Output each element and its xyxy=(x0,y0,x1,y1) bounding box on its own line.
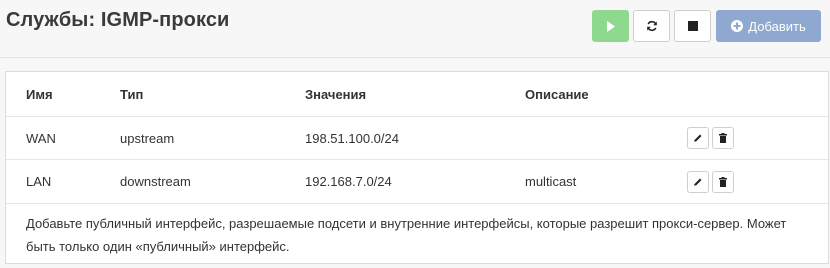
page-title: Службы: IGMP-прокси xyxy=(6,9,230,31)
table-row: WAN upstream 198.51.100.0/24 xyxy=(6,117,828,160)
row-type: downstream xyxy=(120,174,191,189)
trash-icon xyxy=(719,176,727,187)
add-button[interactable]: Добавить xyxy=(716,10,821,42)
plus-circle-icon xyxy=(731,20,744,32)
pencil-icon xyxy=(694,178,702,186)
row-values: 198.51.100.0/24 xyxy=(305,130,399,146)
column-header-description: Описание xyxy=(525,86,589,102)
column-header-name: Имя xyxy=(26,86,53,102)
column-header-type: Тип xyxy=(120,86,144,102)
toolbar: Добавить xyxy=(588,10,821,42)
row-values: 192.168.7.0/24 xyxy=(305,174,392,189)
refresh-button[interactable] xyxy=(633,10,670,42)
row-description: multicast xyxy=(525,174,577,189)
pencil-icon xyxy=(694,134,702,142)
table-row: LAN downstream 192.168.7.0/24 multicast xyxy=(6,160,828,204)
page-header: Службы: IGMP-прокси Добавить xyxy=(0,0,830,58)
row-name: WAN xyxy=(26,130,56,146)
table-header: Имя Тип Значения Описание xyxy=(6,72,828,117)
row-actions xyxy=(687,160,737,203)
play-icon xyxy=(606,20,615,32)
edit-button[interactable] xyxy=(687,127,709,149)
refresh-icon xyxy=(646,20,657,32)
stop-icon xyxy=(687,21,698,31)
edit-button[interactable] xyxy=(687,170,709,193)
row-actions xyxy=(687,117,737,159)
igmp-proxy-table-panel: Имя Тип Значения Описание WAN upstream 1… xyxy=(5,71,829,264)
column-header-values: Значения xyxy=(305,86,367,102)
help-note: Добавьте публичный интерфейс, разрешаемы… xyxy=(26,216,787,254)
delete-button[interactable] xyxy=(712,127,734,149)
delete-button[interactable] xyxy=(712,170,734,193)
trash-icon xyxy=(719,133,727,143)
stop-button[interactable] xyxy=(674,10,711,42)
play-button[interactable] xyxy=(592,10,629,42)
row-name: LAN xyxy=(26,174,52,189)
row-type: upstream xyxy=(120,130,175,146)
add-button-label: Добавить xyxy=(748,18,806,34)
